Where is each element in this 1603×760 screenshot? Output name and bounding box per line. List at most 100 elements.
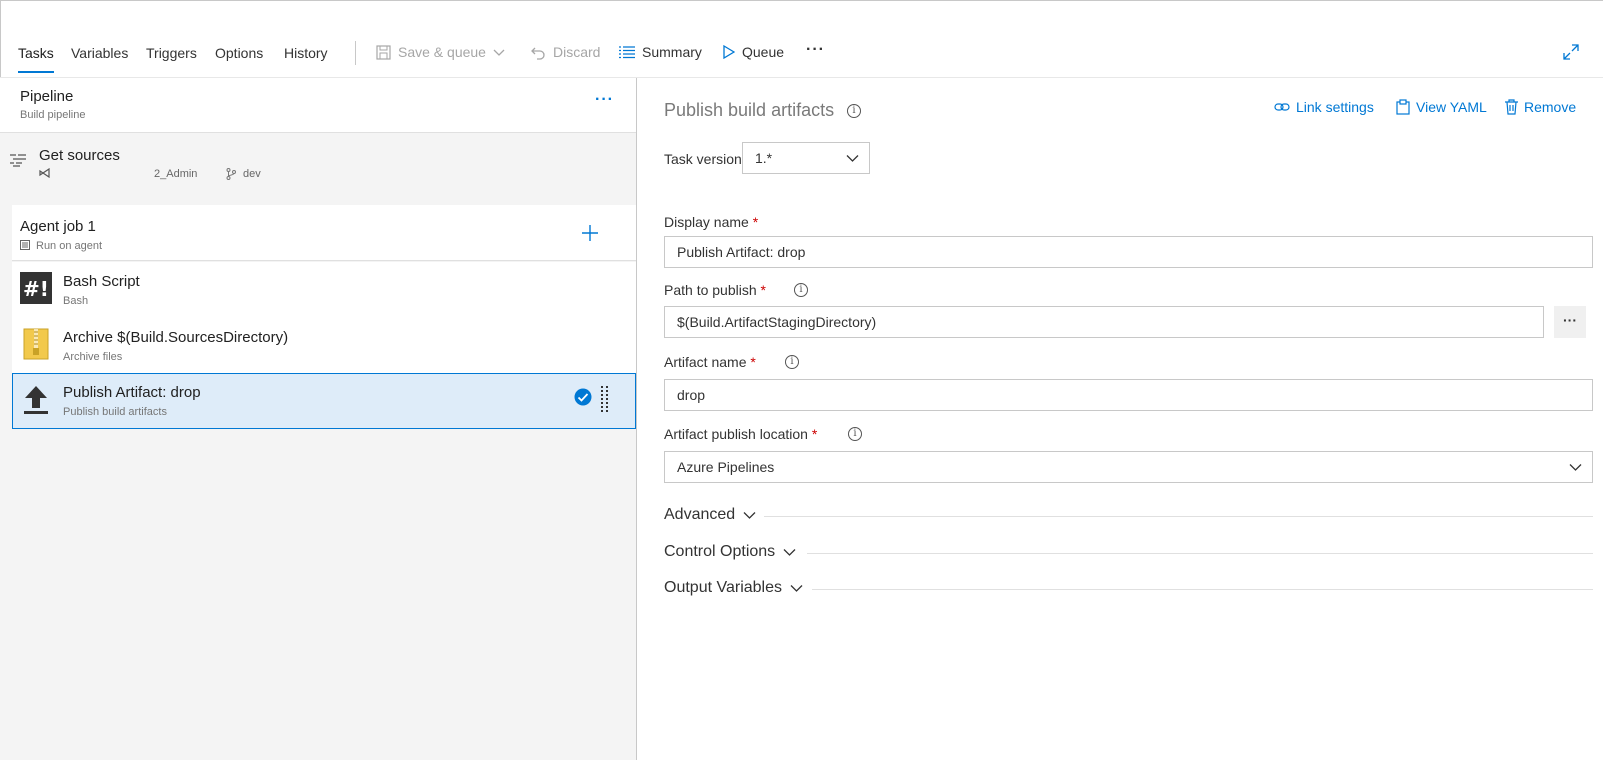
branch-icon — [226, 168, 236, 180]
required-mark: * — [760, 282, 766, 298]
summary-label: Summary — [642, 44, 702, 60]
artifact-name-label: Artifact name * — [664, 354, 756, 370]
add-task-icon[interactable] — [581, 224, 599, 242]
task-list-panel: Pipeline Build pipeline ··· Get sources … — [0, 78, 637, 760]
task-version-label: Task version — [664, 151, 742, 167]
artifact-name-label-text: Artifact name — [664, 354, 747, 370]
task-name: Bash Script — [63, 273, 140, 290]
browse-path-button[interactable]: ··· — [1554, 306, 1586, 338]
info-icon[interactable]: i — [794, 283, 808, 297]
save-icon — [376, 44, 391, 60]
chevron-down-icon — [1569, 464, 1582, 471]
view-yaml-button[interactable]: View YAML — [1396, 99, 1487, 115]
chevron-down-icon — [493, 49, 505, 56]
trash-icon — [1505, 99, 1518, 115]
section-label: Advanced — [664, 506, 736, 523]
more-actions-button[interactable]: ··· — [806, 41, 825, 59]
info-icon[interactable]: i — [847, 104, 861, 118]
publish-location-select[interactable]: Azure Pipelines — [664, 451, 1593, 483]
queue-label: Queue — [742, 44, 785, 60]
task-version-value: 1.* — [755, 150, 773, 166]
task-publish-artifact[interactable]: Publish Artifact: drop Publish build art… — [12, 373, 636, 429]
tab-tasks[interactable]: Tasks — [18, 45, 54, 73]
save-queue-button[interactable]: Save & queue — [376, 44, 505, 60]
tab-variables[interactable]: Variables — [71, 45, 128, 61]
section-divider — [807, 553, 1593, 554]
link-icon — [1274, 103, 1290, 111]
info-icon[interactable]: i — [848, 427, 862, 441]
path-to-publish-label: Path to publish * — [664, 282, 766, 298]
link-settings-button[interactable]: Link settings — [1274, 99, 1374, 115]
task-version-select[interactable]: 1.* — [742, 142, 870, 174]
chevron-down-icon — [846, 155, 859, 162]
path-to-publish-input[interactable]: $(Build.ArtifactStagingDirectory) — [664, 306, 1544, 338]
visual-studio-icon — [39, 168, 50, 178]
task-archive[interactable]: Archive $(Build.SourcesDirectory) Archiv… — [12, 318, 636, 374]
publish-location-value: Azure Pipelines — [677, 459, 775, 475]
pipeline-more-button[interactable]: ··· — [595, 91, 614, 109]
task-subtitle: Publish build artifacts — [63, 406, 167, 418]
undo-icon — [531, 47, 545, 60]
pipeline-header[interactable]: Pipeline Build pipeline ··· — [0, 78, 636, 133]
required-mark: * — [752, 214, 759, 230]
get-sources-title: Get sources — [39, 147, 120, 164]
summary-button[interactable]: Summary — [619, 44, 702, 60]
display-name-input[interactable]: Publish Artifact: drop — [664, 236, 1593, 268]
section-output-variables[interactable]: Output Variables — [664, 579, 803, 597]
upload-icon — [24, 386, 48, 414]
expand-icon[interactable] — [1563, 44, 1579, 60]
task-subtitle: Archive files — [63, 351, 123, 363]
section-divider — [812, 589, 1593, 590]
clipboard-icon — [1396, 99, 1410, 115]
get-sources-item[interactable]: Get sources 2_Admin dev — [0, 133, 636, 205]
task-detail-panel: Publish build artifacts i Link settings … — [637, 78, 1603, 760]
display-name-label: Display name * — [664, 214, 758, 230]
repo-name: 2_Admin — [154, 168, 198, 180]
tab-history[interactable]: History — [284, 45, 328, 61]
pipeline-subtitle: Build pipeline — [20, 109, 86, 121]
queue-button[interactable]: Queue — [723, 44, 784, 60]
agent-job-item[interactable]: Agent job 1 Run on agent — [12, 205, 636, 261]
agent-job-title: Agent job 1 — [20, 218, 96, 235]
discard-button[interactable]: Discard — [531, 44, 600, 60]
required-mark: * — [811, 426, 818, 442]
chevron-down-icon — [743, 512, 756, 519]
save-queue-label: Save & queue — [398, 44, 486, 60]
drag-handle-icon[interactable] — [601, 386, 609, 414]
svg-text:#!: #! — [23, 277, 49, 301]
discard-label: Discard — [553, 44, 601, 60]
section-advanced[interactable]: Advanced — [664, 506, 756, 524]
view-yaml-label: View YAML — [1416, 99, 1487, 115]
info-icon[interactable]: i — [785, 355, 799, 369]
task-bash-script[interactable]: #! Bash Script Bash — [12, 262, 636, 318]
agent-job-subtitle: Run on agent — [36, 240, 103, 252]
toolbar-divider — [355, 41, 356, 65]
top-toolbar: Tasks Variables Triggers Options History… — [0, 30, 1603, 78]
section-divider — [764, 516, 1593, 517]
link-settings-label: Link settings — [1296, 99, 1374, 115]
section-label: Control Options — [664, 543, 776, 560]
agent-icon — [20, 240, 30, 250]
bash-icon: #! — [20, 272, 52, 304]
tab-triggers[interactable]: Triggers — [146, 45, 197, 61]
required-mark: * — [750, 354, 756, 370]
task-name: Publish Artifact: drop — [63, 384, 201, 401]
artifact-name-input[interactable]: drop — [664, 379, 1593, 411]
task-name: Archive $(Build.SourcesDirectory) — [63, 329, 289, 346]
check-circle-icon[interactable] — [574, 388, 592, 406]
play-icon — [723, 45, 735, 59]
archive-icon — [23, 328, 49, 360]
remove-button[interactable]: Remove — [1505, 99, 1576, 115]
task-subtitle: Bash — [63, 295, 89, 307]
path-label-text: Path to publish — [664, 282, 757, 298]
sources-icon — [10, 154, 26, 167]
remove-label: Remove — [1524, 99, 1577, 115]
tab-options[interactable]: Options — [215, 45, 263, 61]
section-control-options[interactable]: Control Options — [664, 543, 796, 561]
chevron-down-icon — [783, 549, 796, 556]
pipeline-title: Pipeline — [20, 88, 74, 105]
display-name-label-text: Display name — [664, 214, 749, 230]
section-label: Output Variables — [664, 579, 782, 596]
detail-title: Publish build artifacts — [664, 100, 835, 120]
list-icon — [619, 46, 635, 59]
